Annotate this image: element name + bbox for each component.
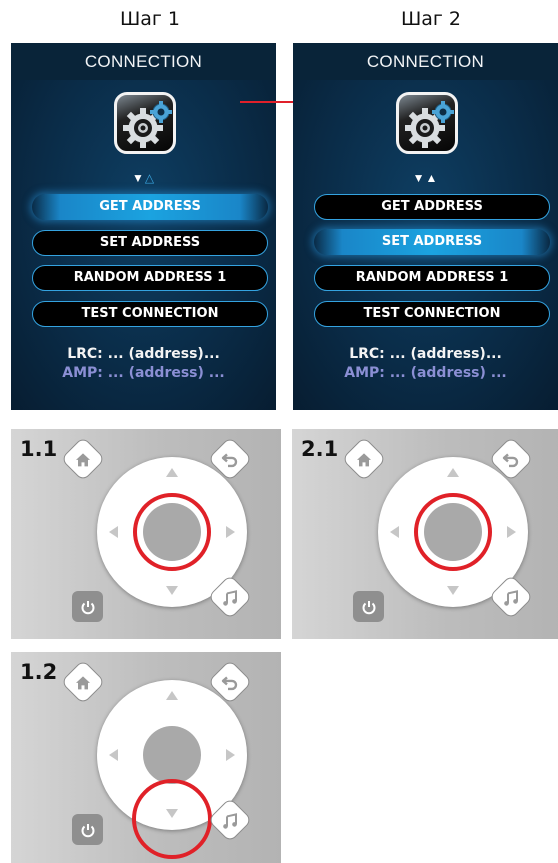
scroll-arrows: ▼△ [131,171,156,185]
home-icon [76,453,90,467]
back-icon [221,453,238,468]
settings-gear-tile [114,92,176,154]
home-icon [357,453,371,467]
set-address-button[interactable]: SET ADDRESS [32,230,268,256]
random-address-button[interactable]: RANDOM ADDRESS 1 [32,265,268,291]
remote-step-2-1: 2.1 [292,429,558,639]
home-button[interactable] [341,436,387,482]
up-arrow-icon[interactable] [166,691,178,700]
home-button[interactable] [60,659,106,705]
power-button[interactable] [353,591,384,622]
gear-icon [123,101,172,148]
random-address-button[interactable]: RANDOM ADDRESS 1 [314,265,550,291]
connection-screen-step-1: CONNECTION ▼△ GET ADDRESS SET ADDRESS RA… [11,43,276,410]
set-address-button[interactable]: SET ADDRESS [314,229,550,255]
back-icon [221,676,238,691]
highlight-ring [132,779,212,859]
test-connection-button[interactable]: TEST CONNECTION [314,301,550,327]
home-icon [76,676,90,690]
right-arrow-icon[interactable] [226,749,235,761]
center-button[interactable] [143,726,201,784]
power-icon [81,600,94,614]
lrc-address-text: LRC: ... (address)... [349,346,502,362]
test-connection-button[interactable]: TEST CONNECTION [32,301,268,327]
remote-step-label: 2.1 [301,437,339,461]
back-button[interactable] [488,436,534,482]
down-arrow-icon[interactable] [166,586,178,595]
remote-step-1-1: 1.1 [11,429,281,639]
power-icon [362,600,375,614]
right-arrow-icon[interactable] [226,526,235,538]
up-arrow-icon[interactable] [166,468,178,477]
remote-step-1-2: 1.2 [11,652,281,863]
screen-title: CONNECTION [11,43,276,80]
get-address-button[interactable]: GET ADDRESS [314,194,550,220]
step-2-label: Шаг 2 [400,8,462,30]
lrc-address-text: LRC: ... (address)... [67,346,220,362]
power-icon [81,823,94,837]
amp-address-text: AMP: ... (address) ... [62,365,225,381]
remote-step-label: 1.1 [20,437,58,461]
get-address-button[interactable]: GET ADDRESS [32,194,268,220]
settings-gear-tile [396,92,458,154]
screen-title: CONNECTION [293,43,558,80]
remote-step-label: 1.2 [20,660,58,684]
left-arrow-icon[interactable] [109,526,118,538]
music-note-icon [504,590,518,606]
down-arrow-icon[interactable] [447,586,459,595]
up-arrow-icon[interactable] [447,468,459,477]
back-button[interactable] [207,659,253,705]
left-arrow-icon[interactable] [109,749,118,761]
left-arrow-icon[interactable] [390,526,399,538]
power-button[interactable] [72,814,103,845]
connection-screen-step-2: CONNECTION ▼▲ GET ADDRESS SET ADDRESS RA… [293,43,558,410]
step-1-label: Шаг 1 [119,8,181,30]
right-arrow-icon[interactable] [507,526,516,538]
back-icon [502,453,519,468]
music-note-icon [223,590,237,606]
amp-address-text: AMP: ... (address) ... [344,365,507,381]
gear-icon [405,101,454,148]
home-button[interactable] [60,436,106,482]
highlight-ring [414,493,492,571]
scroll-arrows: ▼▲ [412,171,439,185]
highlight-ring [133,493,211,571]
power-button[interactable] [72,591,103,622]
back-button[interactable] [207,436,253,482]
music-note-icon [223,813,237,829]
